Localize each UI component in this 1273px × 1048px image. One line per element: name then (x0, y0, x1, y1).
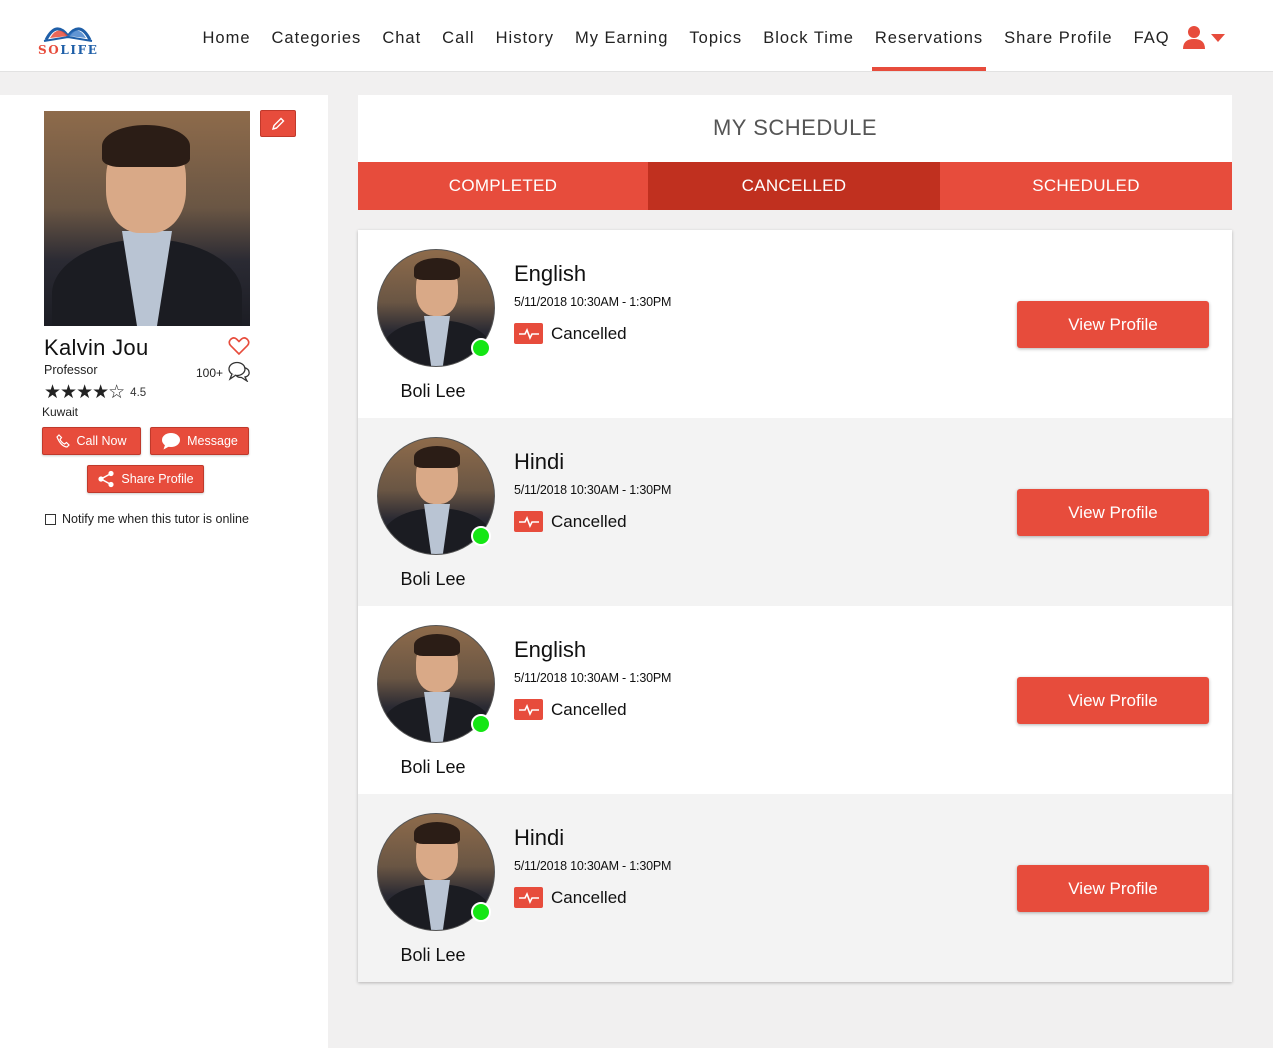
nav-reservations[interactable]: Reservations (864, 0, 993, 72)
nav-block-time[interactable]: Block Time (753, 0, 865, 72)
nav-home[interactable]: Home (192, 0, 261, 72)
subject-title: English (514, 261, 587, 286)
star-rating: ★★★★☆ 4.5 (44, 381, 146, 404)
chat-bubbles-icon[interactable] (228, 361, 251, 382)
subject-title: English (514, 637, 587, 662)
nav-history[interactable]: History (485, 0, 564, 72)
call-now-label: Call Now (76, 434, 127, 448)
session-datetime: 5/11/2018 10:30AM - 1:30PM (514, 859, 672, 873)
status-label: Cancelled (551, 699, 627, 719)
user-icon (1183, 26, 1205, 49)
logo-text-so: SO (38, 43, 61, 57)
student-name: Boli Lee (400, 381, 466, 401)
nav-share-profile[interactable]: Share Profile (994, 0, 1123, 72)
message-bubble-icon (162, 433, 181, 450)
logo-text: SOLIFE (38, 43, 98, 57)
schedule-header: MY SCHEDULE (358, 95, 1232, 162)
tab-completed[interactable]: COMPLETED (358, 162, 648, 210)
status-label: Cancelled (551, 323, 627, 343)
tutor-photo (44, 111, 250, 326)
subject-title: Hindi (514, 825, 565, 850)
tutor-sidebar: Kalvin Jou Professor 100+ ★★★★☆ 4.5 Kuwa… (0, 95, 328, 1048)
online-status-dot (471, 338, 491, 358)
solife-logo[interactable]: SOLIFE (38, 14, 98, 58)
status-badge: Cancelled (514, 887, 627, 908)
reservation-list: Boli Lee English 5/11/2018 10:30AM - 1:3… (358, 230, 1232, 982)
notify-checkbox[interactable] (45, 513, 56, 525)
rating-value: 4.5 (130, 386, 147, 399)
student-name: Boli Lee (400, 569, 466, 589)
tab-scheduled[interactable]: SCHEDULED (940, 162, 1232, 210)
online-status-dot (471, 714, 491, 734)
pulse-icon (514, 699, 543, 720)
list-item: Boli Lee Hindi 5/11/2018 10:30AM - 1:30P… (358, 794, 1232, 982)
book-icon (43, 27, 93, 42)
logo-text-life: LIFE (60, 43, 99, 57)
status-badge: Cancelled (514, 699, 627, 720)
session-datetime: 5/11/2018 10:30AM - 1:30PM (514, 295, 672, 309)
edit-profile-button[interactable] (260, 110, 296, 137)
share-icon (98, 470, 114, 488)
view-profile-button[interactable]: View Profile (1017, 677, 1209, 724)
schedule-tabs: COMPLETED CANCELLED SCHEDULED (358, 162, 1232, 210)
view-profile-button[interactable]: View Profile (1017, 489, 1209, 536)
pulse-icon (514, 887, 543, 908)
online-status-dot (471, 902, 491, 922)
pulse-icon (514, 511, 543, 532)
share-profile-label: Share Profile (121, 472, 194, 486)
share-profile-button[interactable]: Share Profile (87, 465, 204, 493)
nav-faq[interactable]: FAQ (1123, 0, 1180, 72)
phone-icon (56, 434, 71, 448)
list-item: Boli Lee English 5/11/2018 10:30AM - 1:3… (358, 606, 1232, 794)
status-label: Cancelled (551, 511, 627, 531)
pencil-icon (271, 117, 285, 130)
chevron-down-icon (1211, 34, 1225, 42)
status-badge: Cancelled (514, 323, 627, 344)
message-label: Message (187, 434, 238, 448)
stars-icon: ★★★★☆ (44, 382, 125, 403)
online-status-dot (471, 526, 491, 546)
list-item: Boli Lee Hindi 5/11/2018 10:30AM - 1:30P… (358, 418, 1232, 606)
tutor-title: Professor (44, 363, 98, 377)
nav-categories[interactable]: Categories (261, 0, 372, 72)
student-name: Boli Lee (400, 757, 466, 777)
page-title: MY SCHEDULE (712, 115, 878, 140)
nav-topics[interactable]: Topics (679, 0, 753, 72)
tutor-name: Kalvin Jou (44, 335, 149, 360)
favorite-heart-icon[interactable] (228, 336, 250, 356)
view-profile-button[interactable]: View Profile (1017, 865, 1209, 912)
message-button[interactable]: Message (150, 427, 249, 455)
nav-chat[interactable]: Chat (372, 0, 432, 72)
nav-my-earning[interactable]: My Earning (564, 0, 678, 72)
user-menu[interactable] (1182, 22, 1230, 52)
subject-title: Hindi (514, 449, 565, 474)
call-now-button[interactable]: Call Now (42, 427, 141, 455)
session-datetime: 5/11/2018 10:30AM - 1:30PM (514, 483, 672, 497)
status-badge: Cancelled (514, 511, 627, 532)
top-header: SOLIFE Home Categories Chat Call History… (0, 0, 1273, 72)
notify-online-option[interactable]: Notify me when this tutor is online (45, 512, 249, 526)
status-label: Cancelled (551, 887, 627, 907)
tutor-location: Kuwait (42, 405, 79, 419)
student-name: Boli Lee (400, 945, 466, 965)
review-count: 100+ (196, 366, 224, 380)
nav-call[interactable]: Call (432, 0, 485, 72)
view-profile-button[interactable]: View Profile (1017, 301, 1209, 348)
tab-cancelled[interactable]: CANCELLED (648, 162, 940, 210)
notify-label: Notify me when this tutor is online (62, 512, 249, 526)
pulse-icon (514, 323, 543, 344)
main-nav: Home Categories Chat Call History My Ear… (192, 0, 1180, 72)
list-item: Boli Lee English 5/11/2018 10:30AM - 1:3… (358, 230, 1232, 418)
session-datetime: 5/11/2018 10:30AM - 1:30PM (514, 671, 672, 685)
